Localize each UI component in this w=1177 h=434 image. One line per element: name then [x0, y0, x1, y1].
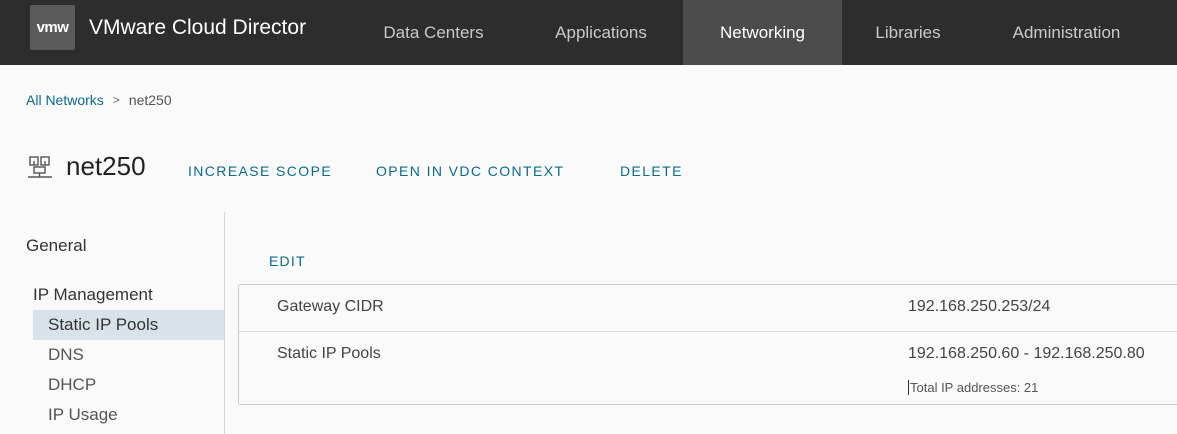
total-ip-addresses-text: Total IP addresses: 21: [910, 380, 1039, 395]
breadcrumb-separator: >: [112, 93, 120, 107]
sidebar-item-ip-usage[interactable]: IP Usage: [33, 400, 224, 430]
sidebar-divider: [224, 212, 225, 434]
network-icon: [28, 155, 52, 179]
gateway-cidr-label: Gateway CIDR: [277, 298, 384, 315]
total-ip-addresses: Total IP addresses: 21: [908, 380, 1038, 395]
delete-button[interactable]: DELETE: [620, 163, 683, 179]
row-divider: [239, 331, 1177, 332]
sidebar-item-general[interactable]: General: [26, 236, 86, 256]
edit-button[interactable]: EDIT: [269, 253, 306, 269]
sidebar-item-dhcp[interactable]: DHCP: [33, 370, 224, 400]
nav-libraries[interactable]: Libraries: [842, 0, 974, 65]
nav-networking[interactable]: Networking: [683, 0, 842, 65]
open-in-vdc-context-button[interactable]: OPEN IN VDC CONTEXT: [376, 163, 564, 179]
breadcrumb-current: net250: [128, 92, 172, 108]
nav-data-centers[interactable]: Data Centers: [348, 0, 519, 65]
page-title: net250: [66, 151, 146, 181]
top-navigation-bar: vmw VMware Cloud Director Data Centers A…: [0, 0, 1177, 65]
static-ip-pools-label: Static IP Pools: [277, 345, 381, 362]
static-ip-pools-details-panel: Gateway CIDR 192.168.250.253/24 Static I…: [238, 284, 1177, 405]
breadcrumb-all-networks[interactable]: All Networks: [26, 92, 104, 108]
sidebar-group-ip-management: IP Management: [33, 285, 153, 304]
nav-applications[interactable]: Applications: [519, 0, 683, 65]
static-ip-pools-value: 192.168.250.60 - 192.168.250.80: [908, 345, 1145, 362]
increase-scope-button[interactable]: INCREASE SCOPE: [188, 163, 332, 179]
sidebar-item-dns[interactable]: DNS: [33, 340, 224, 370]
gateway-cidr-value: 192.168.250.253/24: [908, 298, 1051, 315]
app-title: VMware Cloud Director: [89, 16, 307, 39]
breadcrumb: All Networks > net250: [26, 92, 172, 108]
text-cursor: [908, 380, 909, 395]
sidebar-item-static-ip-pools[interactable]: Static IP Pools: [33, 310, 224, 340]
nav-administration[interactable]: Administration: [974, 0, 1159, 65]
vmware-logo: vmw: [30, 5, 75, 50]
